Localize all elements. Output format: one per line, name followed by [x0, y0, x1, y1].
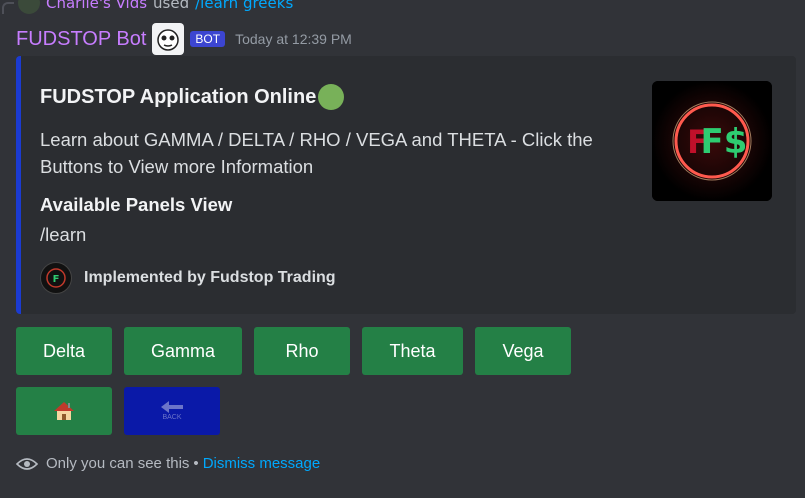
embed-field-name: Available Panels View	[40, 194, 233, 215]
reply-used-text: used	[153, 0, 190, 12]
reply-command[interactable]: /learn greeks	[195, 0, 293, 12]
reply-context: Charlie's Vids used /learn greeks	[0, 0, 293, 14]
rho-button[interactable]: Rho	[254, 327, 350, 375]
embed-description: Learn about GAMMA / DELTA / RHO / VEGA a…	[40, 129, 593, 177]
embed-thumbnail[interactable]: F F$	[652, 81, 772, 201]
bot-avatar-icon[interactable]	[152, 23, 185, 55]
home-button[interactable]	[16, 387, 112, 435]
green-circle-icon	[318, 84, 345, 110]
button-row-2: BACK	[16, 387, 232, 435]
embed-title: FUDSTOP Application Online	[40, 84, 345, 110]
message-timestamp[interactable]: Today at 12:39 PM	[235, 31, 352, 47]
reply-username[interactable]: Charlie's Vids	[46, 0, 147, 12]
svg-text:F: F	[53, 274, 60, 285]
message-header: FUDSTOP Bot BOT Today at 12:39 PM	[16, 22, 352, 56]
back-label: BACK	[162, 414, 182, 421]
button-row-1: Delta Gamma Rho Theta Vega	[16, 327, 583, 375]
reply-avatar[interactable]	[18, 0, 40, 14]
vega-button[interactable]: Vega	[475, 327, 571, 375]
embed-footer-text: Implemented by Fudstop Trading	[84, 269, 336, 286]
bot-badge: BOT	[190, 31, 226, 47]
ephemeral-text: Only you can see this	[46, 455, 190, 472]
embed-title-text: FUDSTOP Application Online	[40, 85, 317, 108]
embed-footer: F Implemented by Fudstop Trading	[40, 262, 336, 294]
delta-button[interactable]: Delta	[16, 327, 112, 375]
ephemeral-notice: Only you can see this • Dismiss message	[16, 455, 320, 472]
back-button[interactable]: BACK	[124, 387, 220, 435]
theta-button[interactable]: Theta	[362, 327, 463, 375]
bot-username[interactable]: FUDSTOP Bot	[16, 28, 146, 51]
footer-logo-icon: F	[40, 262, 72, 294]
embed-field-value: /learn	[40, 224, 87, 245]
eye-icon	[16, 457, 38, 470]
ephemeral-separator: •	[193, 455, 199, 472]
embed-card: FUDSTOP Application Online Learn about G…	[16, 56, 796, 314]
dismiss-message-link[interactable]: Dismiss message	[203, 455, 321, 472]
thumbnail-text: F$	[701, 122, 748, 162]
reply-arrow-icon	[2, 2, 14, 14]
back-arrow-icon	[161, 401, 183, 413]
house-icon	[54, 402, 74, 420]
gamma-button[interactable]: Gamma	[124, 327, 242, 375]
